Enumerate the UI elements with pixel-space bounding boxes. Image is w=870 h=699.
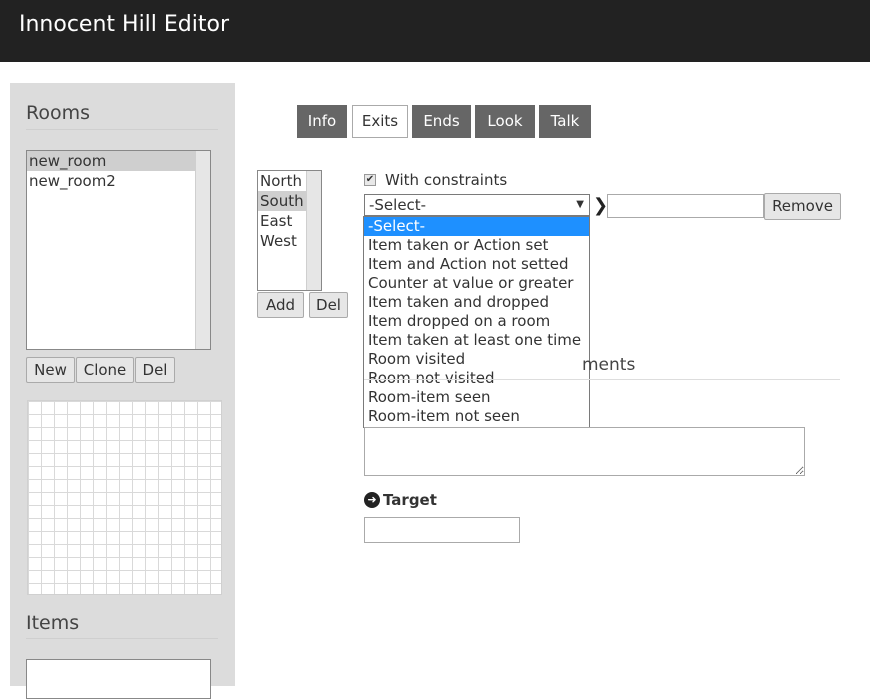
room-option[interactable]: new_room2 xyxy=(27,171,195,191)
dropdown-option[interactable]: Item taken at least one time xyxy=(364,331,589,350)
tab-info[interactable]: Info xyxy=(297,105,347,138)
constraint-type-select[interactable]: -Select- ▼ xyxy=(364,194,590,216)
exit-option[interactable]: West xyxy=(258,231,306,251)
tab-ends[interactable]: Ends xyxy=(412,105,471,138)
items-listbox[interactable] xyxy=(26,659,211,699)
exit-option[interactable]: South xyxy=(258,191,306,211)
dropdown-option[interactable]: Item taken or Action set xyxy=(364,236,589,255)
app-title: Innocent Hill Editor xyxy=(19,12,230,37)
items-divider xyxy=(26,638,218,639)
add-exit-button[interactable]: Add xyxy=(257,292,304,318)
delete-exit-button[interactable]: Del xyxy=(309,292,348,318)
top-navbar: Innocent Hill Editor xyxy=(0,0,870,62)
exit-option[interactable]: East xyxy=(258,211,306,231)
dropdown-option[interactable]: Room visited xyxy=(364,350,589,369)
exit-option[interactable]: North xyxy=(258,171,306,191)
with-constraints-label: With constraints xyxy=(385,171,508,189)
comments-textarea[interactable] xyxy=(364,427,805,476)
rooms-heading: Rooms xyxy=(26,102,91,124)
clone-room-button[interactable]: Clone xyxy=(76,357,134,383)
exits-listbox[interactable]: North South East West xyxy=(257,170,322,291)
constraint-type-dropdown[interactable]: -Select- Item taken or Action set Item a… xyxy=(363,216,590,428)
dropdown-option[interactable]: -Select- xyxy=(364,217,589,236)
tab-talk[interactable]: Talk xyxy=(539,105,591,138)
dropdown-option[interactable]: Room-item seen xyxy=(364,388,589,407)
rooms-divider xyxy=(26,129,218,130)
chevron-right-icon: ❯ xyxy=(593,195,609,216)
exits-scrollbar[interactable] xyxy=(306,171,321,290)
rooms-listbox[interactable]: new_room new_room2 xyxy=(26,150,211,350)
arrow-circle-right-icon: ➜ xyxy=(364,492,380,508)
constraint-type-value: -Select- xyxy=(369,196,427,214)
dropdown-option[interactable]: Item taken and dropped xyxy=(364,293,589,312)
remove-constraint-button[interactable]: Remove xyxy=(764,193,841,220)
check-icon: ✔ xyxy=(365,174,375,185)
room-option[interactable]: new_room xyxy=(27,151,195,171)
comments-divider xyxy=(364,379,840,380)
items-heading: Items xyxy=(26,612,80,634)
rooms-scrollbar[interactable] xyxy=(195,151,210,349)
delete-room-button[interactable]: Del xyxy=(135,357,175,383)
with-constraints-checkbox[interactable]: ✔ xyxy=(364,174,376,186)
tab-look[interactable]: Look xyxy=(475,105,535,138)
select-arrow-icon: ▼ xyxy=(576,199,584,210)
comments-heading: ments xyxy=(582,355,636,375)
target-label: Target xyxy=(383,491,437,509)
constraint-value-input[interactable] xyxy=(607,194,764,218)
dropdown-option[interactable]: Item dropped on a room xyxy=(364,312,589,331)
dropdown-option[interactable]: Counter at value or greater xyxy=(364,274,589,293)
tab-exits[interactable]: Exits xyxy=(352,105,408,138)
target-input[interactable] xyxy=(364,517,520,543)
dropdown-option[interactable]: Item and Action not setted xyxy=(364,255,589,274)
room-map-grid[interactable] xyxy=(27,400,222,595)
new-room-button[interactable]: New xyxy=(26,357,75,383)
sidebar: Rooms new_room new_room2 New Clone Del I… xyxy=(10,83,235,699)
dropdown-option[interactable]: Room-item not seen xyxy=(364,407,589,426)
